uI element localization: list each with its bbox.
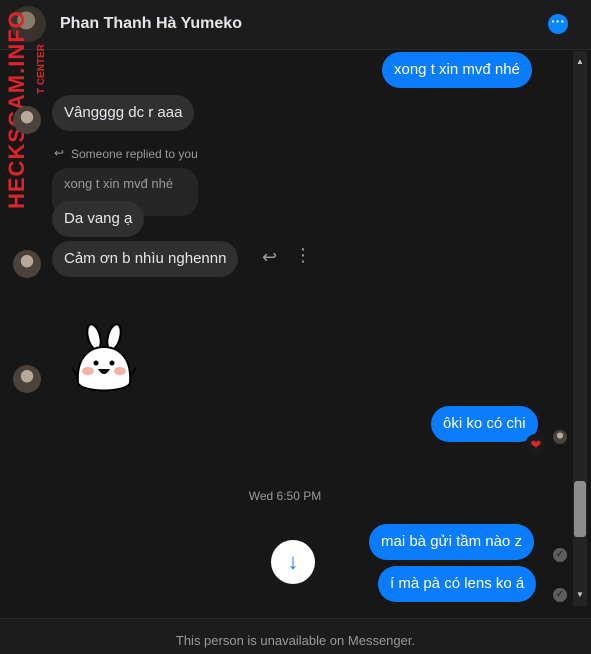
heart-reaction-icon[interactable]: ❤ (525, 434, 547, 456)
contact-name[interactable]: Phan Thanh Hà Yumeko (60, 15, 242, 33)
scrollbar-thumb[interactable] (574, 481, 586, 537)
unavailable-notice: This person is unavailable on Messenger. (175, 633, 416, 648)
reply-label: Someone replied to you (71, 147, 198, 161)
sender-avatar[interactable] (13, 250, 41, 278)
timestamp: Wed 6:50 PM (248, 489, 322, 503)
more-dots-icon[interactable]: ··· (548, 14, 568, 34)
bunny-sticker[interactable] (70, 323, 138, 397)
message-list[interactable]: xong t xin mvđ nhé Vângggg dc r aaa ↩ So… (0, 51, 591, 606)
scroll-down-arrow-icon[interactable]: ▼ (575, 590, 585, 600)
message-bubble-in[interactable]: Cảm ơn b nhìu nghennn (52, 241, 239, 277)
scroll-down-button[interactable]: ↓ (271, 540, 315, 584)
message-bubble-in[interactable]: Vângggg dc r aaa (52, 95, 195, 131)
sender-avatar[interactable] (13, 365, 41, 393)
message-bubble-out[interactable]: í mà pà có lens ko á (378, 566, 537, 602)
scrollbar[interactable]: ▲ ▼ (573, 51, 587, 606)
message-bubble-out[interactable]: xong t xin mvđ nhé (382, 52, 532, 88)
message-bubble-out[interactable]: ôki ko có chi (431, 406, 538, 442)
more-options-icon[interactable]: ⋮ (294, 245, 312, 266)
chat-header: Phan Thanh Hà Yumeko ··· (0, 0, 591, 50)
message-bubble-out[interactable]: mai bà gửi tầm nào z (369, 524, 534, 560)
delivered-check-icon: ✓ (553, 588, 567, 602)
sender-avatar[interactable] (13, 106, 41, 134)
reply-icon: ↩ (54, 146, 65, 160)
scroll-up-arrow-icon[interactable]: ▲ (575, 57, 585, 67)
delivered-check-icon: ✓ (553, 548, 567, 562)
message-bubble-in[interactable]: Da vang ạ (52, 201, 145, 237)
reply-icon[interactable]: ↩ (262, 247, 277, 268)
seen-avatar (553, 430, 567, 444)
composer-footer: This person is unavailable on Messenger. (0, 618, 591, 654)
